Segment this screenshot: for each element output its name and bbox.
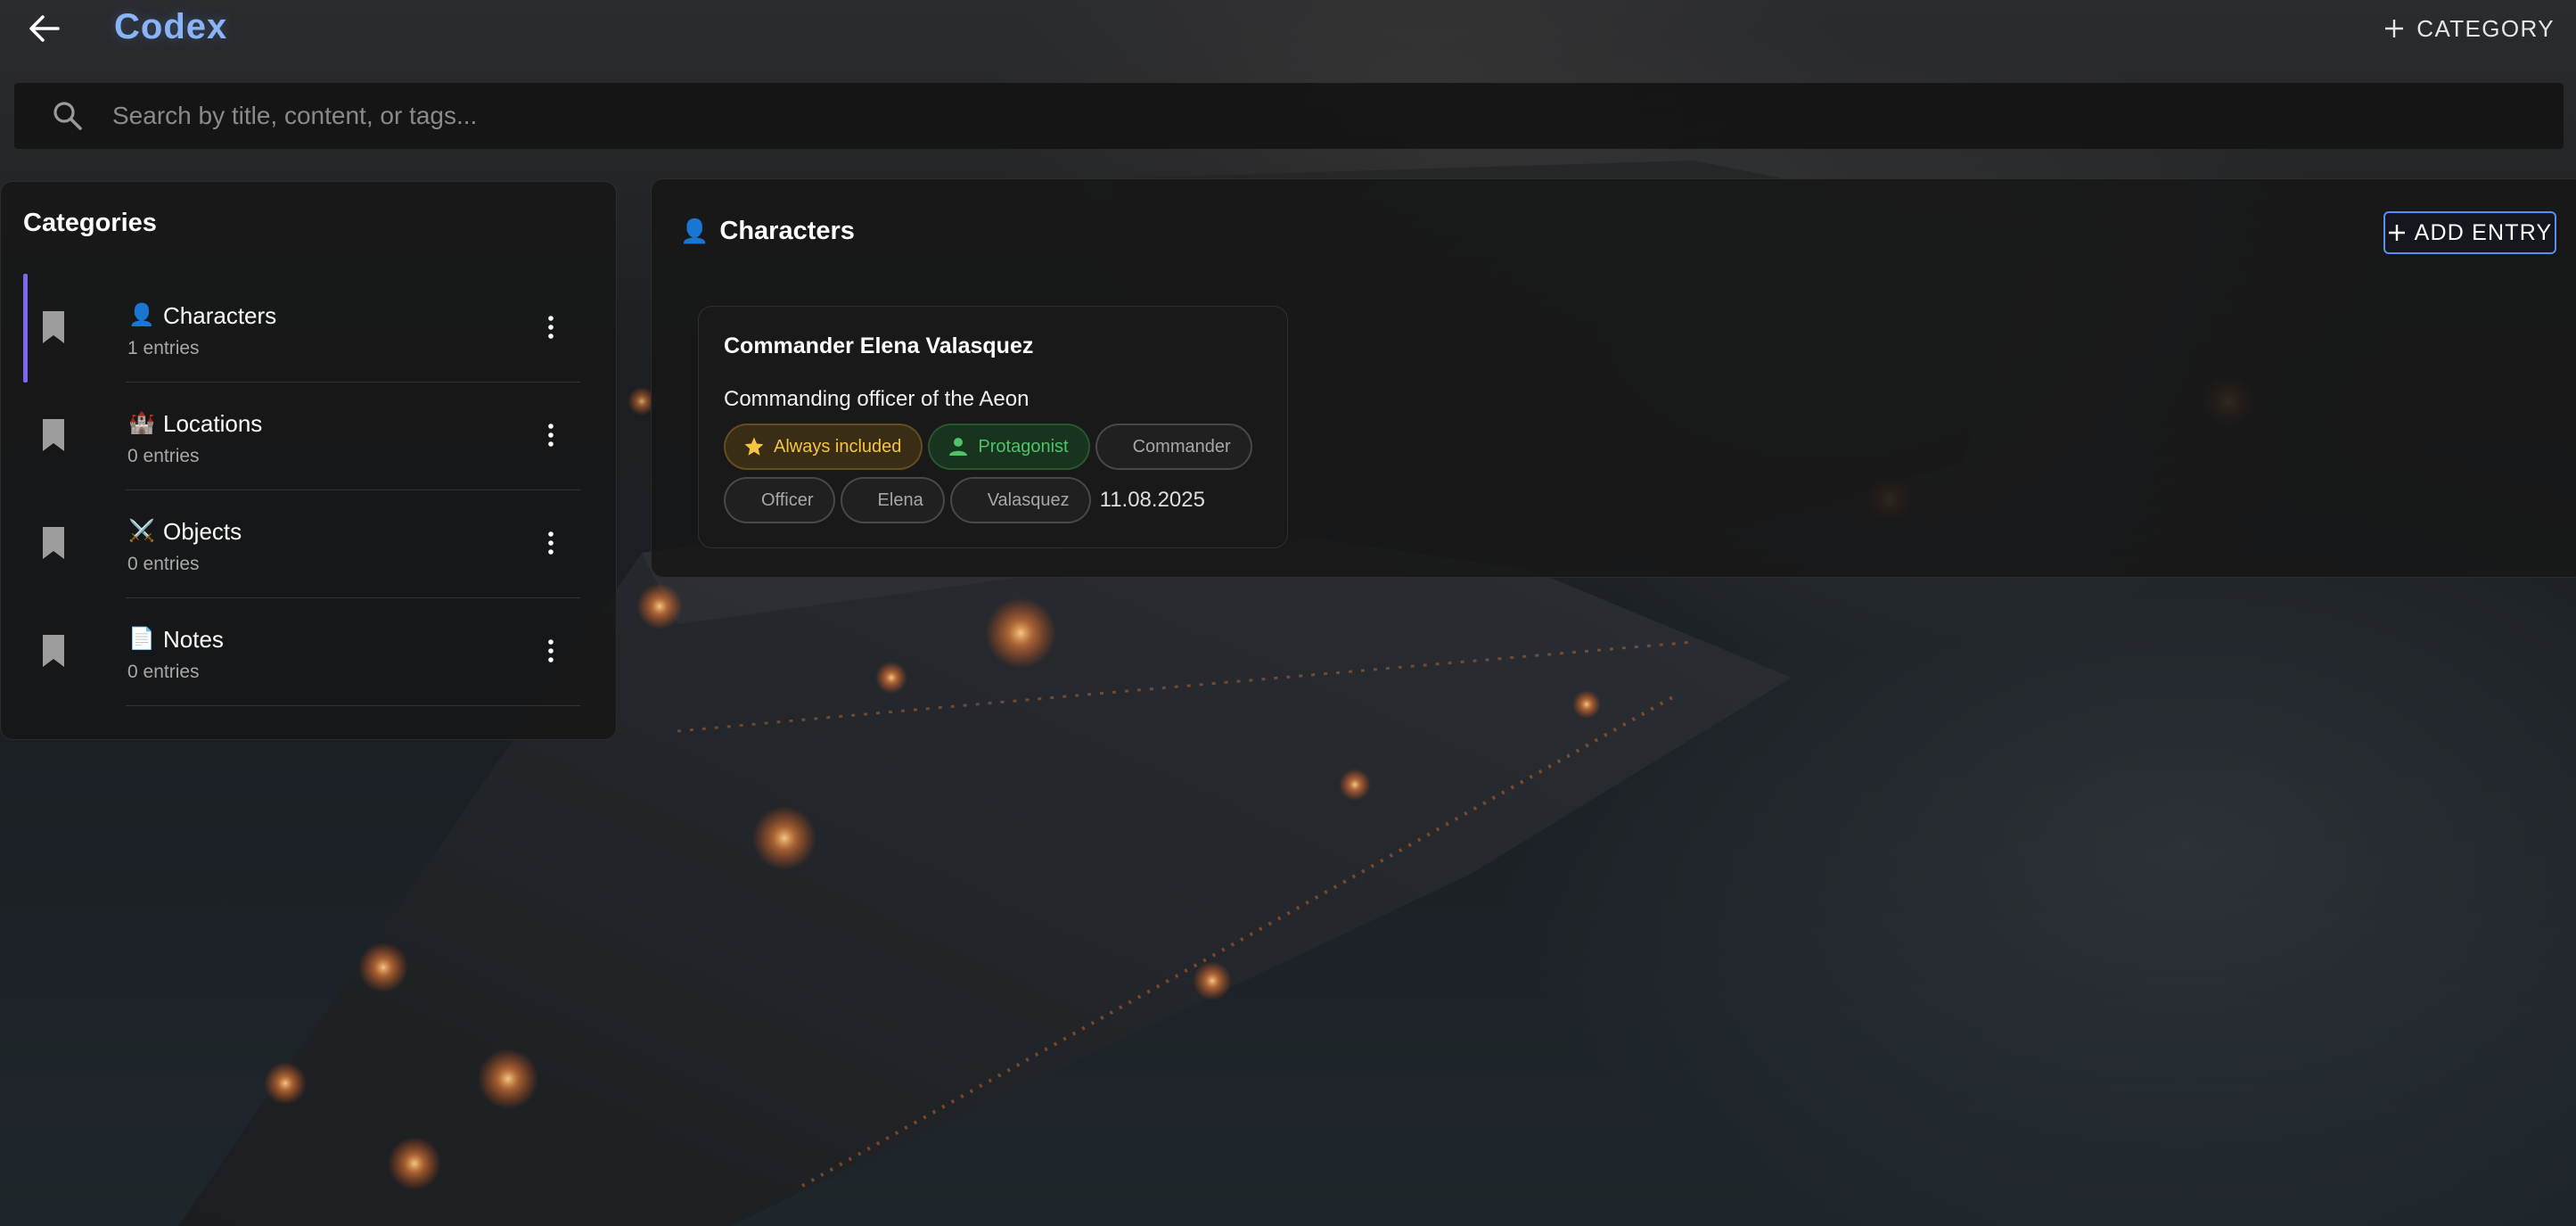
bookmark-icon <box>41 525 66 565</box>
more-vert-icon[interactable] <box>540 309 562 345</box>
tag-chip: Officer <box>724 477 835 523</box>
search-bar <box>14 83 2564 149</box>
bookmark-icon <box>41 309 66 350</box>
category-entry-count: 0 entries <box>127 446 200 466</box>
category-name: Characters <box>163 302 277 329</box>
entry-card[interactable]: Commander Elena Valasquez Commanding off… <box>698 306 1288 548</box>
category-item-objects[interactable]: ⚔️ Objects 0 entries <box>23 491 580 598</box>
role-chip: Protagonist <box>928 424 1090 470</box>
entry-date: 11.08.2025 <box>1099 488 1205 512</box>
tag-chip: Valasquez <box>949 477 1091 523</box>
notes-emoji-icon: 📄 <box>128 627 155 651</box>
entry-tags: Always included Protagonist Commander Of… <box>724 424 1276 523</box>
always-included-chip: Always included <box>724 424 923 470</box>
category-entry-count: 0 entries <box>127 662 200 682</box>
search-icon <box>53 102 82 130</box>
add-category-button[interactable]: CATEGORY <box>2384 12 2555 45</box>
top-bar: Codex CATEGORY <box>0 0 2576 57</box>
arrow-left-icon <box>29 15 60 42</box>
category-entry-count: 0 entries <box>127 554 200 574</box>
categories-heading: Categories <box>23 209 157 237</box>
category-name: Notes <box>163 626 224 653</box>
category-entry-count: 1 entries <box>127 338 200 358</box>
category-item-locations[interactable]: 🏰 Locations 0 entries <box>23 383 580 490</box>
app-title: Codex <box>114 7 228 46</box>
category-item-notes[interactable]: 📄 Notes 0 entries <box>23 599 580 706</box>
entries-header: 👤 Characters <box>680 217 855 246</box>
tag-chip: Elena <box>840 477 945 523</box>
entry-title: Commander Elena Valasquez <box>724 333 1034 358</box>
category-name: Objects <box>163 518 242 545</box>
divider <box>126 382 580 383</box>
category-emoji-icon: 👤 <box>680 218 710 244</box>
category-item-characters[interactable]: 👤 Characters 1 entries <box>23 274 580 383</box>
entry-description: Commanding officer of the Aeon <box>724 387 1030 411</box>
add-entry-button[interactable]: ADD ENTRY <box>2383 211 2556 254</box>
bookmark-icon <box>41 417 66 457</box>
star-icon <box>744 437 764 456</box>
add-category-label: CATEGORY <box>2416 14 2555 42</box>
divider <box>126 705 580 706</box>
search-icon-wrapper <box>32 101 103 131</box>
objects-emoji-icon: ⚔️ <box>128 519 155 543</box>
tag-chip: Commander <box>1095 424 1252 470</box>
bookmark-icon <box>41 633 66 673</box>
divider <box>126 597 580 598</box>
entries-panel: 👤 Characters ADD ENTRY Commander Elena V… <box>651 178 2576 578</box>
category-name: Locations <box>163 410 263 437</box>
add-entry-label: ADD ENTRY <box>2414 219 2553 245</box>
plus-icon <box>2385 20 2404 37</box>
always-included-label: Always included <box>774 436 902 457</box>
search-input[interactable] <box>103 101 2564 131</box>
role-label: Protagonist <box>978 436 1069 457</box>
more-vert-icon[interactable] <box>540 633 562 669</box>
more-vert-icon[interactable] <box>540 417 562 453</box>
more-vert-icon[interactable] <box>540 525 562 561</box>
person-icon <box>949 438 968 456</box>
back-button[interactable] <box>23 11 66 46</box>
plus-icon <box>2388 225 2405 241</box>
categories-panel: Categories 👤 Characters 1 entries 🏰 Loca… <box>0 181 617 740</box>
entries-title: Characters <box>719 217 855 245</box>
characters-emoji-icon: 👤 <box>128 303 155 327</box>
locations-emoji-icon: 🏰 <box>128 411 155 435</box>
